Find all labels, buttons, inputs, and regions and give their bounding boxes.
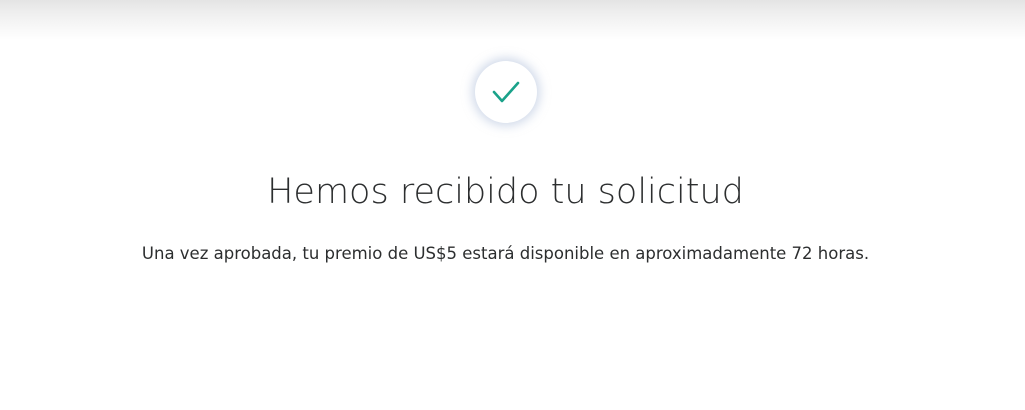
page-title: Hemos recibido tu solicitud [267,172,744,212]
checkmark-icon [492,81,520,103]
confirmation-message: Una vez aprobada, tu premio de US$5 esta… [141,244,870,263]
success-badge [475,61,537,123]
header-bar [0,0,1025,40]
